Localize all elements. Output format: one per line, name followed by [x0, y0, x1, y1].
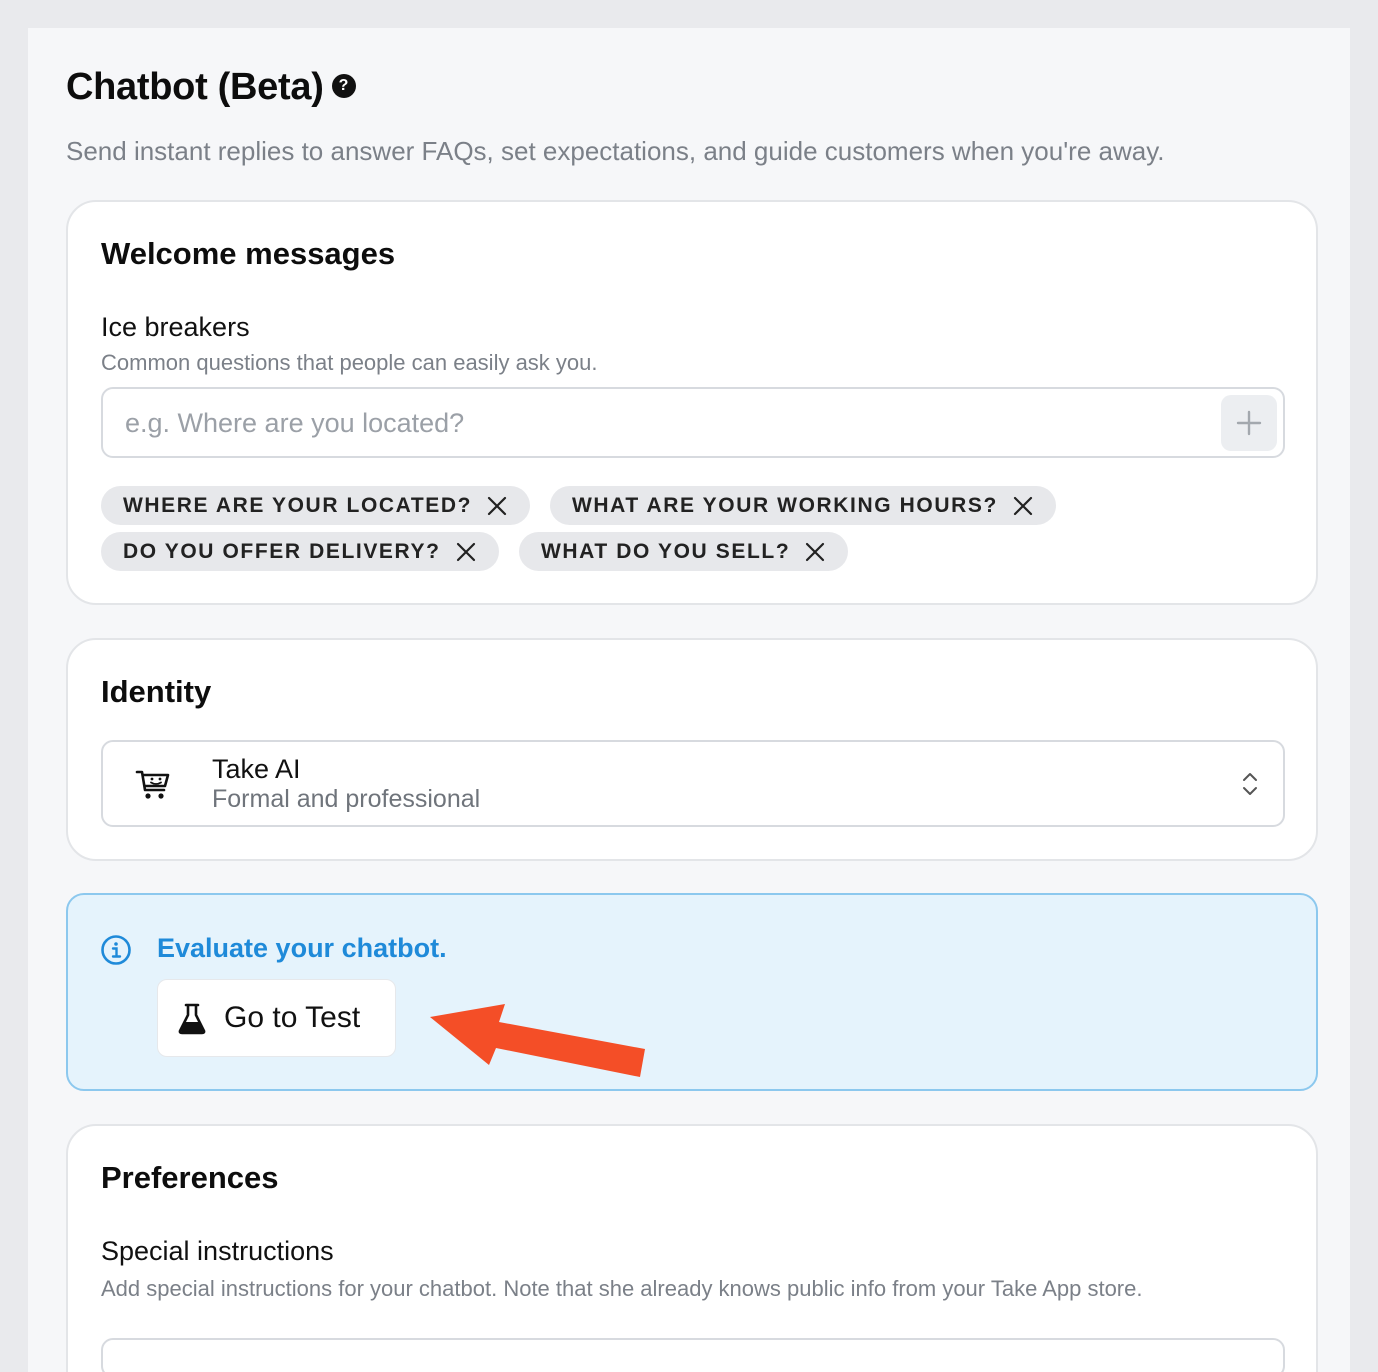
welcome-messages-title: Welcome messages [101, 236, 396, 271]
ice-breakers-label: Ice breakers [101, 312, 250, 342]
ice-breaker-tag-label: WHERE ARE YOUR LOCATED? [123, 493, 473, 517]
smiling-cart-icon [135, 770, 170, 799]
ice-breaker-input-field [101, 387, 1285, 458]
close-icon [1013, 496, 1033, 515]
close-icon [456, 542, 475, 561]
annotation-arrow [430, 1004, 645, 1077]
ice-breaker-input[interactable] [125, 401, 1205, 445]
plus-icon [1236, 410, 1262, 436]
identity-description: Formal and professional [212, 785, 481, 813]
ice-breaker-tag-label: WHAT DO YOU SELL? [541, 539, 791, 563]
chatbot-settings-panel: Chatbot (Beta) ? Send instant replies to… [28, 28, 1350, 1372]
identity-select[interactable]: Take AI Formal and professional [101, 740, 1285, 827]
preferences-title: Preferences [101, 1160, 279, 1195]
chevron-up-down-icon [1243, 773, 1257, 795]
help-icon[interactable]: ? [331, 73, 356, 98]
identity-title: Identity [101, 674, 212, 709]
ice-breaker-tag-label: DO YOU OFFER DELIVERY? [123, 539, 441, 563]
remove-tag-button[interactable] [804, 541, 826, 563]
ice-breaker-tag: WHAT ARE YOUR WORKING HOURS? [550, 486, 1056, 525]
evaluate-callout: Evaluate your chatbot. Go to Test [66, 893, 1318, 1091]
remove-tag-button[interactable] [486, 495, 508, 517]
info-icon [101, 935, 131, 965]
page-title: Chatbot (Beta) [66, 66, 324, 108]
flask-icon [178, 1003, 206, 1035]
close-icon [487, 496, 507, 515]
evaluate-title: Evaluate your chatbot. [157, 933, 447, 963]
remove-tag-button[interactable] [455, 541, 477, 563]
special-instructions-textarea[interactable] [101, 1338, 1285, 1372]
go-to-test-label: Go to Test [224, 1001, 361, 1034]
identity-name: Take AI [212, 754, 301, 784]
remove-tag-button[interactable] [1012, 495, 1034, 517]
preferences-card: Preferences Special instructions Add spe… [66, 1124, 1318, 1372]
ice-breaker-tag: DO YOU OFFER DELIVERY? [101, 532, 499, 571]
welcome-messages-card: Welcome messages Ice breakers Common que… [66, 200, 1318, 605]
close-icon [806, 542, 825, 561]
go-to-test-button[interactable]: Go to Test [157, 979, 396, 1057]
ice-breaker-tag: WHAT DO YOU SELL? [519, 532, 849, 571]
page-subtitle: Send instant replies to answer FAQs, set… [66, 136, 1165, 166]
ice-breaker-tag-label: WHAT ARE YOUR WORKING HOURS? [572, 493, 998, 517]
identity-card: Identity Take AI Formal and professional [66, 638, 1318, 861]
special-instructions-label: Special instructions [101, 1236, 334, 1266]
ice-breaker-tag: WHERE ARE YOUR LOCATED? [101, 486, 531, 525]
special-instructions-help: Add special instructions for your chatbo… [101, 1276, 1143, 1301]
page-header: Chatbot (Beta) ? [66, 66, 356, 109]
add-ice-breaker-button[interactable] [1221, 395, 1277, 451]
ice-breakers-help: Common questions that people can easily … [101, 350, 598, 375]
